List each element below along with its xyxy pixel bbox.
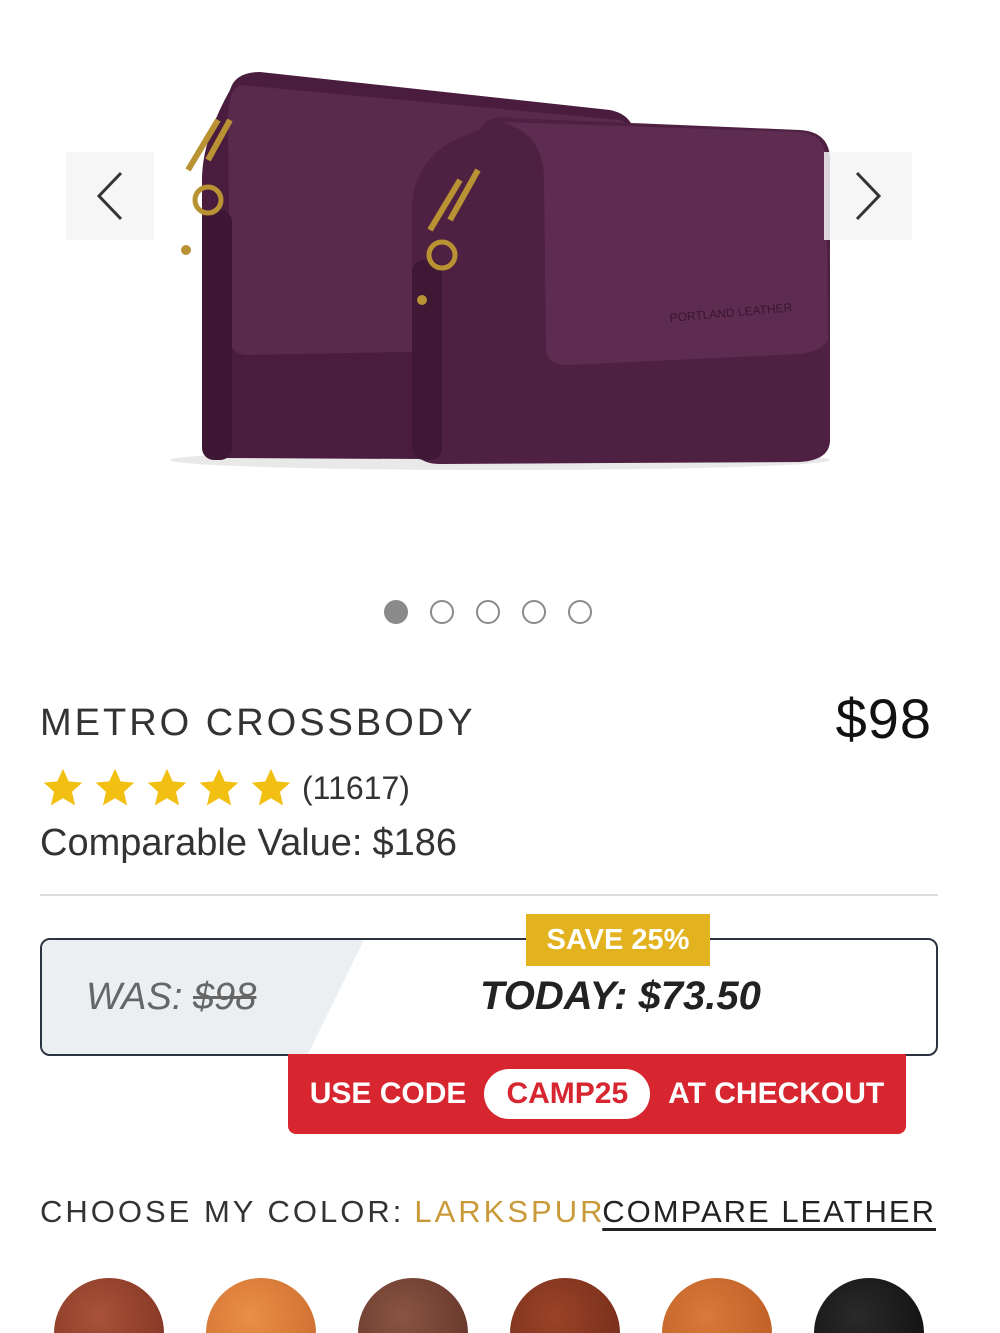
color-swatch[interactable]: [662, 1278, 772, 1333]
selected-color: LARKSPUR: [414, 1194, 606, 1229]
choose-color-label: CHOOSE MY COLOR:: [40, 1194, 405, 1229]
color-swatch[interactable]: [54, 1278, 164, 1333]
promo-code[interactable]: CAMP25: [484, 1069, 651, 1119]
carousel-next-button[interactable]: [824, 152, 912, 240]
carousel-dot[interactable]: [476, 600, 500, 624]
promo-code-banner: USE CODE CAMP25 AT CHECKOUT: [288, 1054, 906, 1134]
color-swatches: [54, 1278, 924, 1333]
product-rating[interactable]: (11617): [40, 766, 410, 810]
star-icon: [43, 768, 83, 806]
color-chooser-label: CHOOSE MY COLOR: LARKSPUR: [40, 1194, 605, 1230]
comparable-price: $186: [372, 822, 458, 864]
chevron-right-icon: [855, 171, 882, 221]
star-icon: [199, 768, 239, 806]
was-price-text: WAS: $98: [86, 976, 256, 1019]
carousel-prev-button[interactable]: [66, 152, 154, 240]
carousel-dot[interactable]: [568, 600, 592, 624]
carousel-dots: [384, 600, 592, 624]
carousel-dot[interactable]: [384, 600, 408, 624]
product-title: METRO CROSSBODY: [40, 702, 476, 744]
save-badge: SAVE 25%: [526, 914, 710, 966]
promo-suffix: AT CHECKOUT: [668, 1077, 885, 1110]
was-label: WAS:: [86, 976, 183, 1018]
compare-leather-link[interactable]: COMPARE LEATHER: [602, 1194, 936, 1230]
color-swatch[interactable]: [358, 1278, 468, 1333]
star-icon: [147, 768, 187, 806]
product-photo: PORTLAND LEATHER: [170, 72, 830, 470]
comparable-value: Comparable Value: $186: [40, 822, 457, 865]
product-price: $98: [835, 687, 932, 750]
carousel-dot[interactable]: [522, 600, 546, 624]
promo-prefix: USE CODE: [309, 1077, 467, 1110]
star-icon: [251, 768, 291, 806]
rating-count: (11617): [302, 769, 410, 806]
color-swatch[interactable]: [206, 1278, 316, 1333]
color-swatch[interactable]: [510, 1278, 620, 1333]
was-price: $98: [193, 976, 257, 1018]
carousel-dot[interactable]: [430, 600, 454, 624]
color-swatch[interactable]: [814, 1278, 924, 1333]
chevron-left-icon: [96, 171, 123, 221]
divider: [40, 894, 938, 896]
comparable-label: Comparable Value:: [40, 822, 363, 864]
deal-box: WAS: $98 TODAY: $73.50: [40, 938, 938, 1056]
star-icon: [95, 768, 135, 806]
today-price: TODAY: $73.50: [480, 974, 761, 1018]
product-image-carousel[interactable]: PORTLAND LEATHER: [0, 0, 1000, 650]
